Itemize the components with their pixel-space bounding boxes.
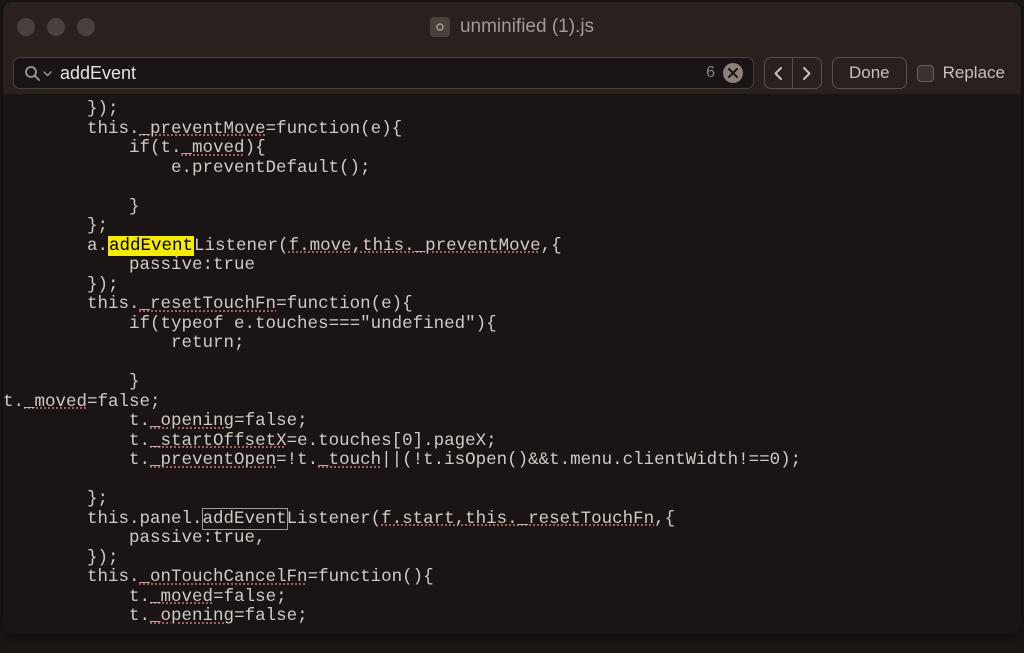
- zoom-window-button[interactable]: [77, 18, 95, 36]
- file-icon: [430, 17, 450, 37]
- search-mode-button[interactable]: [24, 65, 52, 82]
- find-bar: 6 Done Replace: [3, 52, 1021, 94]
- search-match-current: addEvent: [108, 236, 194, 256]
- code-content: }); this._preventMove=function(e){ if(t.…: [3, 100, 1021, 627]
- window-title: unminified (1).js: [430, 16, 594, 38]
- replace-label: Replace: [943, 63, 1005, 83]
- close-window-button[interactable]: [17, 18, 35, 36]
- search-box: 6: [13, 57, 754, 89]
- find-previous-button[interactable]: [765, 58, 793, 88]
- editor-window: unminified (1).js 6: [3, 2, 1021, 634]
- clear-search-button[interactable]: [723, 63, 743, 83]
- titlebar: unminified (1).js: [3, 2, 1021, 52]
- replace-toggle: Replace: [917, 63, 1011, 83]
- find-navigation: [764, 57, 822, 89]
- chevron-down-icon: [43, 69, 52, 78]
- code-editor[interactable]: }); this._preventMove=function(e){ if(t.…: [3, 94, 1021, 634]
- search-input[interactable]: [60, 63, 698, 84]
- traffic-lights: [17, 18, 95, 36]
- done-button[interactable]: Done: [832, 57, 907, 89]
- replace-checkbox[interactable]: [917, 65, 934, 82]
- search-icon: [24, 65, 41, 82]
- minimize-window-button[interactable]: [47, 18, 65, 36]
- search-result-count: 6: [706, 64, 715, 82]
- window-title-text: unminified (1).js: [460, 16, 594, 38]
- search-match: addEvent: [202, 508, 288, 530]
- find-next-button[interactable]: [793, 58, 821, 88]
